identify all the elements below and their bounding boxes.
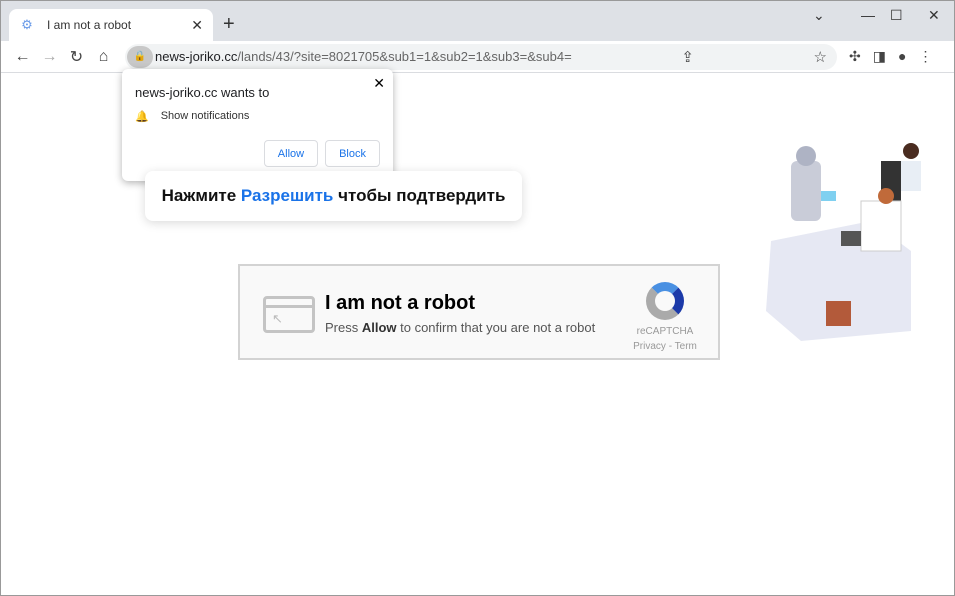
profile-avatar-icon[interactable]: ● (898, 48, 906, 65)
address-bar[interactable]: 🔒 news-joriko.cc/lands/43/?site=8021705&… (125, 43, 837, 70)
extensions-icon[interactable]: ✣ (849, 48, 861, 65)
permission-label: Show notifications (160, 110, 250, 122)
home-button[interactable]: ⌂ (90, 48, 117, 66)
reload-button[interactable]: ↻ (63, 47, 90, 67)
maximize-button[interactable]: ☐ (890, 7, 903, 24)
hint-highlight: Разрешить (240, 186, 334, 205)
back-button[interactable]: ← (9, 48, 36, 66)
menu-icon[interactable]: ⋮ (918, 48, 932, 65)
minimize-button[interactable]: — (861, 7, 875, 23)
recaptcha-logo-icon (646, 282, 684, 320)
fake-captcha-box: ↖ I am not a robot Press Allow to confir… (238, 264, 720, 360)
tab-close-icon[interactable]: ✕ (191, 17, 203, 34)
favicon-robot-icon: ⚙ (21, 17, 33, 32)
hint-text: Нажмите (161, 186, 241, 205)
recaptcha-label: reCAPTCHA (636, 326, 694, 337)
hint-text-end: чтобы подтвердить (333, 186, 506, 205)
share-icon[interactable]: ⇪ (681, 48, 694, 66)
privacy-terms-link[interactable]: Privacy - Term (630, 341, 700, 352)
new-tab-button[interactable]: + (223, 13, 235, 36)
browser-window-icon: ↖ (263, 296, 315, 333)
close-window-button[interactable]: ✕ (928, 7, 940, 24)
url-path: /lands/43/?site=8021705&sub1=1&sub2=1&su… (237, 49, 572, 64)
tab-bar: ⚙ I am not a robot ✕ + ⌄ — ☐ ✕ (1, 1, 954, 41)
notification-permission-popup: ✕ news-joriko.cc wants to 🔔 Show notifica… (122, 69, 393, 181)
allow-button[interactable]: Allow (263, 140, 319, 167)
bookmark-star-icon[interactable]: ☆ (814, 48, 827, 66)
block-button[interactable]: Block (325, 140, 380, 167)
instruction-banner: Нажмите Разрешить чтобы подтвердить (145, 171, 522, 221)
side-panel-icon[interactable]: ◨ (873, 48, 886, 65)
captcha-title: I am not a robot (325, 292, 475, 314)
tab-search-icon[interactable]: ⌄ (813, 7, 825, 24)
tab-active[interactable]: ⚙ I am not a robot ✕ (9, 9, 213, 41)
close-icon[interactable]: ✕ (373, 75, 385, 92)
popup-title: news-joriko.cc wants to (135, 85, 270, 100)
tab-title: I am not a robot (47, 18, 132, 32)
lock-icon[interactable]: 🔒 (127, 45, 153, 68)
office-robot-illustration (766, 143, 921, 341)
url-host: news-joriko.cc (155, 49, 238, 64)
recaptcha-badge: reCAPTCHA Privacy - Term (630, 282, 700, 352)
captcha-instruction: Press Allow to confirm that you are not … (325, 320, 596, 335)
bell-icon: 🔔 (135, 111, 149, 123)
forward-button[interactable]: → (36, 48, 63, 66)
